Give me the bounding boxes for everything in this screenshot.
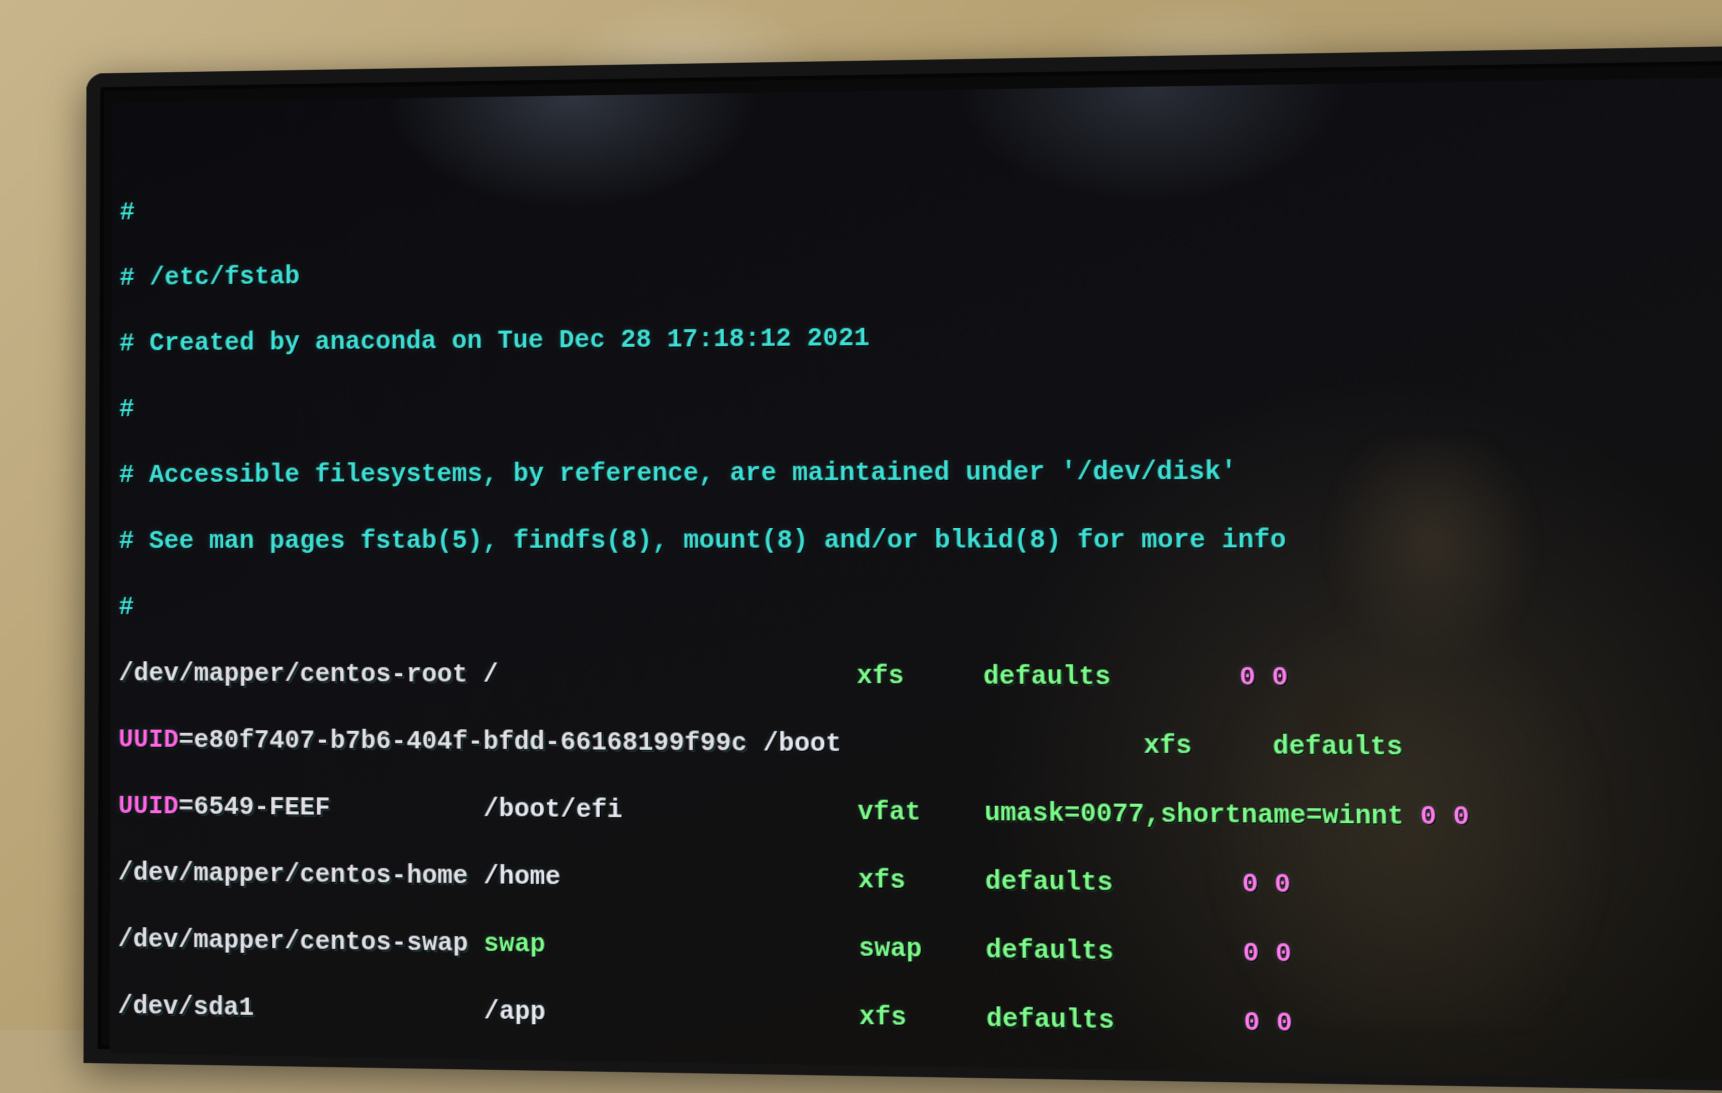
fstab-comment: # Accessible filesystems, by reference, … bbox=[119, 453, 1722, 492]
terminal-screen[interactable]: # # /etc/fstab # Created by anaconda on … bbox=[110, 76, 1722, 1082]
pass-value: 0 bbox=[1272, 663, 1289, 693]
fs-options: defaults bbox=[985, 867, 1113, 898]
pass-value: 0 bbox=[1274, 870, 1291, 901]
mount-point: / bbox=[483, 660, 498, 690]
pass-value: 0 bbox=[1275, 939, 1292, 970]
terminal-content: # # /etc/fstab # Created by anaconda on … bbox=[115, 141, 1722, 1082]
uuid-key: UUID bbox=[118, 725, 178, 755]
dump-value: 0 bbox=[1243, 939, 1260, 970]
fs-type: vfat bbox=[857, 797, 921, 827]
fs-type: xfs bbox=[1143, 731, 1192, 761]
device-path: /dev/sda1 bbox=[118, 992, 254, 1023]
fstab-entry-app: /dev/sda1 /app xfs defaults 0 0 bbox=[118, 990, 1722, 1050]
blank-line bbox=[118, 1056, 1722, 1081]
fs-options: umask=0077,shortname=winnt bbox=[984, 798, 1404, 832]
fs-type: swap bbox=[858, 934, 922, 965]
fstab-comment: # See man pages fstab(5), findfs(8), mou… bbox=[119, 523, 1722, 558]
fstab-comment: # Created by anaconda on Tue Dec 28 17:1… bbox=[119, 314, 1722, 360]
fstab-comment: # bbox=[119, 383, 1722, 426]
fstab-comment: # bbox=[120, 176, 1722, 230]
fs-type: xfs bbox=[858, 866, 906, 897]
monitor-frame: # # /etc/fstab # Created by anaconda on … bbox=[83, 45, 1722, 1093]
fs-options: defaults bbox=[985, 935, 1113, 967]
fs-options: defaults bbox=[1272, 732, 1403, 763]
device-path: /dev/mapper/centos-home bbox=[118, 858, 468, 891]
fs-type: xfs bbox=[859, 1002, 907, 1033]
mount-point: /boot/efi bbox=[483, 795, 622, 826]
fs-options: defaults bbox=[986, 1004, 1115, 1036]
dump-value: 0 bbox=[1420, 802, 1437, 833]
uuid-value: e80f7407-b7b6-404f-bfdd-66168199f99c bbox=[194, 726, 747, 759]
fs-type: xfs bbox=[856, 662, 904, 692]
fstab-entry-swap: /dev/mapper/centos-swap swap swap defaul… bbox=[118, 923, 1722, 979]
dump-value: 0 bbox=[1239, 663, 1256, 693]
fstab-entry-root: /dev/mapper/centos-root / xfs defaults 0… bbox=[119, 657, 1722, 697]
mount-point: /app bbox=[484, 997, 546, 1028]
fstab-comment: # bbox=[119, 591, 1722, 627]
mount-point: swap bbox=[484, 929, 546, 959]
device-path: /dev/mapper/centos-root bbox=[119, 659, 468, 690]
uuid-key: UUID bbox=[118, 792, 178, 822]
mount-point: /boot bbox=[763, 729, 842, 759]
dump-value: 0 bbox=[1244, 1008, 1261, 1039]
mount-point: /home bbox=[484, 862, 561, 892]
pass-value: 0 bbox=[1453, 802, 1470, 833]
fstab-comment: # /etc/fstab bbox=[120, 245, 1722, 295]
pass-value: 0 bbox=[1276, 1008, 1293, 1039]
dump-value: 0 bbox=[1242, 869, 1259, 900]
uuid-value: 6549-FEEF bbox=[194, 792, 331, 822]
fstab-entry-efi: UUID=6549-FEEF /boot/efi vfat umask=0077… bbox=[118, 790, 1722, 838]
fstab-entry-boot: UUID=e80f7407-b7b6-404f-bfdd-66168199f99… bbox=[118, 723, 1722, 767]
device-path: /dev/mapper/centos-swap bbox=[118, 925, 468, 959]
fstab-entry-home: /dev/mapper/centos-home /home xfs defaul… bbox=[118, 856, 1722, 908]
fs-options: defaults bbox=[983, 662, 1111, 692]
